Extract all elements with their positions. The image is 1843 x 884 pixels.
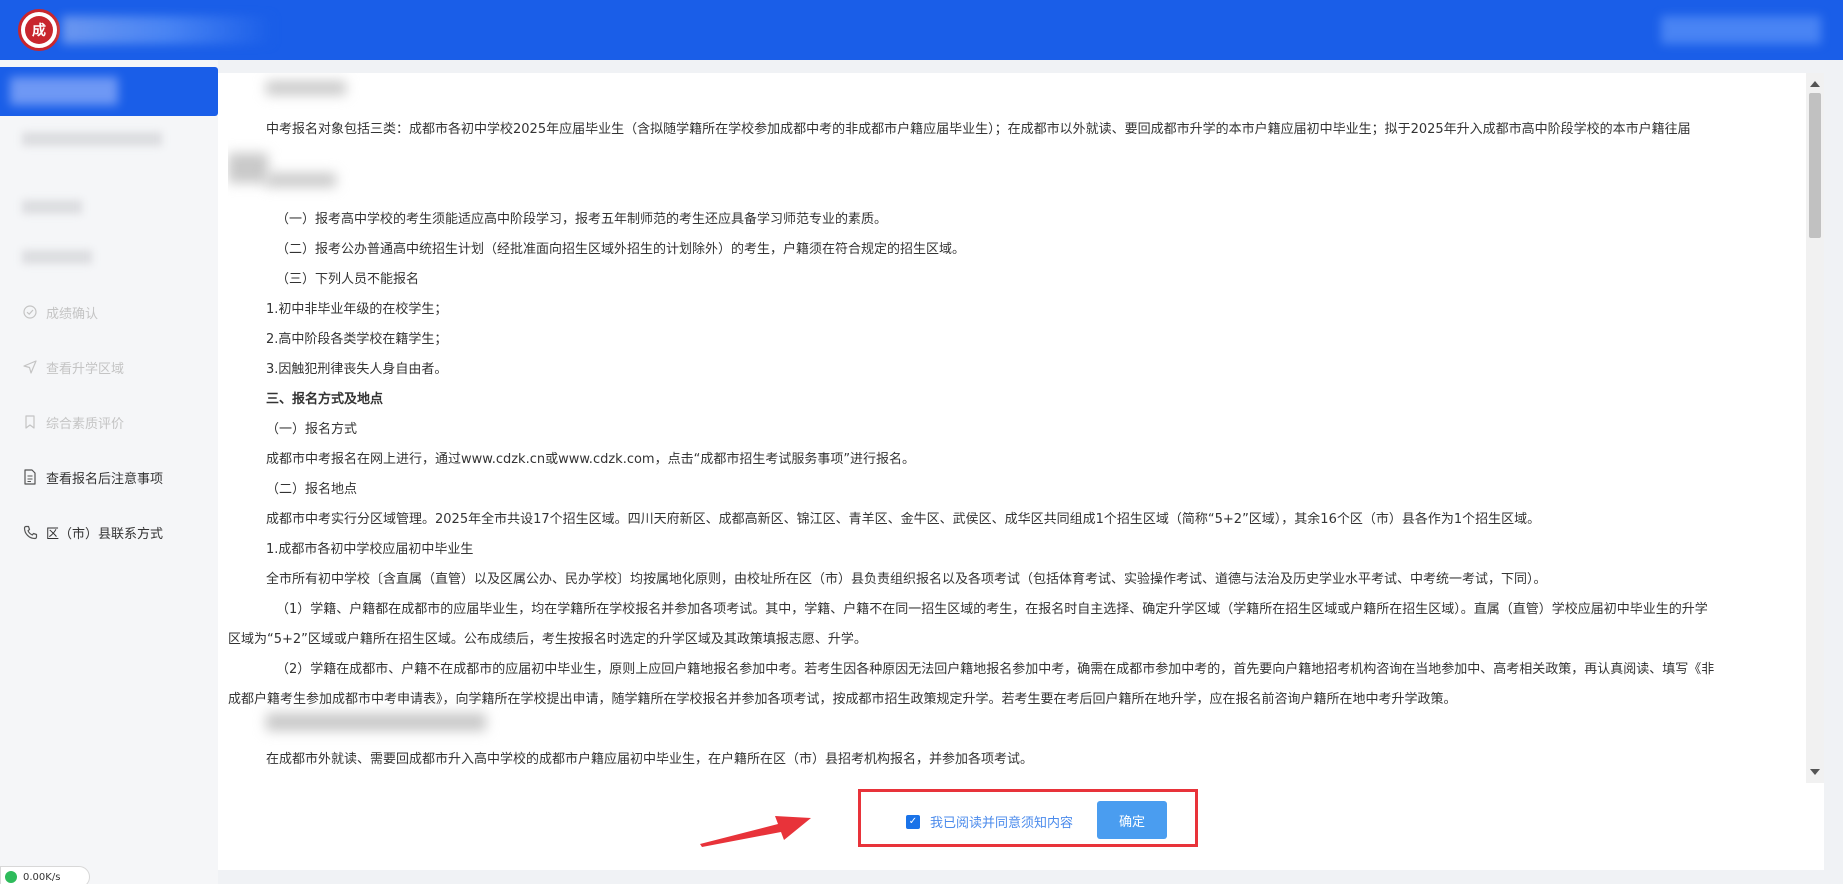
- notice-paragraph: （一）报考高中学校的考生须能适应高中阶段学习，报考五年制师范的考生还应具备学习师…: [276, 212, 888, 227]
- agree-checkbox[interactable]: ✓: [906, 814, 920, 829]
- send-icon: [22, 359, 38, 375]
- sidebar-active-label-redacted: [10, 77, 118, 105]
- notice-content[interactable]: 中考报名对象包括三类：成都市各初中学校2025年应届毕业生（含拟随学籍所在学校参…: [228, 73, 1806, 783]
- notice-paragraph: （二）报名地点: [266, 482, 358, 497]
- notice-paragraph: （三）下列人员不能报名: [276, 272, 420, 287]
- network-status-icon: [5, 871, 17, 883]
- notice-paragraph: 成都户籍考生参加成都市中考申请表》，向学籍所在学校提出申请，随学籍所在学校报名并…: [228, 692, 1457, 707]
- redacted-heading: [266, 81, 346, 95]
- check-circle-icon: [22, 304, 38, 320]
- red-arrow-annotation-icon: [700, 816, 811, 847]
- notice-paragraph: （2）学籍在成都市、户籍不在成都市的应届初中毕业生，原则上应回户籍地报名参加中考…: [276, 662, 1715, 677]
- logo-emblem: 成: [25, 16, 53, 44]
- sidebar-item-quality-eval[interactable]: 综合素质评价: [22, 411, 124, 433]
- notice-paragraph: 在成都市外就读、需要回成都市升入高中学校的成都市户籍应届初中毕业生，在户籍所在区…: [266, 752, 1034, 767]
- notice-paragraph: （1）学籍、户籍都在成都市的应届毕业生，均在学籍所在学校报名并参加各项考试。其中…: [276, 602, 1708, 617]
- sidebar-redacted-line: [22, 250, 92, 264]
- top-header: 成: [0, 0, 1843, 60]
- confirm-button[interactable]: 确定: [1097, 801, 1167, 839]
- redacted-heading: [266, 713, 486, 731]
- notice-paragraph: 区域为“5+2”区域或户籍所在招生区域。公布成绩后，考生按报名时选定的升学区域及…: [228, 632, 867, 647]
- phone-icon: [22, 524, 38, 540]
- notice-paragraph: 3.因触犯刑律丧失人身自由者。: [266, 362, 448, 377]
- scroll-down-icon[interactable]: [1810, 769, 1820, 775]
- sidebar-item-label: 区（市）县联系方式: [46, 526, 164, 542]
- header-title-redacted: [62, 16, 272, 44]
- sidebar-redacted-line: [22, 200, 82, 214]
- document-icon: [22, 469, 38, 485]
- site-logo[interactable]: 成: [18, 9, 60, 51]
- sidebar-item-label: 综合素质评价: [46, 416, 125, 432]
- sidebar-item-label: 查看升学区域: [46, 361, 125, 377]
- scroll-up-icon[interactable]: [1810, 81, 1820, 87]
- redacted-heading: [266, 173, 336, 187]
- content-scrollbar[interactable]: [1806, 73, 1824, 783]
- sidebar-item-score-confirm[interactable]: 成绩确认: [22, 301, 98, 323]
- notice-paragraph: 成都市中考报名在网上进行，通过www.cdzk.cn或www.cdzk.com，…: [266, 452, 916, 467]
- sidebar-item-active[interactable]: [0, 67, 218, 116]
- notice-paragraph: 2.高中阶段各类学校在籍学生；: [266, 332, 448, 347]
- sidebar-item-contacts[interactable]: 区（市）县联系方式: [22, 521, 163, 543]
- notice-paragraph: 成都市中考实行分区域管理。2025年全市共设17个招生区域。四川天府新区、成都高…: [266, 512, 1541, 527]
- bookmark-icon: [22, 414, 38, 430]
- sidebar-redacted-line: [22, 132, 162, 146]
- agree-checkbox-row[interactable]: ✓ 我已阅读并同意须知内容: [906, 812, 1073, 831]
- agreement-confirm-box: ✓ 我已阅读并同意须知内容 确定: [858, 789, 1198, 847]
- scroll-thumb[interactable]: [1809, 93, 1821, 238]
- notice-paragraph: 全市所有初中学校〔含直属（直管）以及区属公办、民办学校〕均按属地化原则，由校址所…: [266, 572, 1547, 587]
- sidebar-item-view-region[interactable]: 查看升学区域: [22, 356, 124, 378]
- notice-paragraph: （二）报考公办普通高中统招生计划（经批准面向招生区域外招生的计划除外）的考生，户…: [276, 242, 966, 257]
- network-speed-widget[interactable]: 0.00K/s: [0, 866, 90, 884]
- sidebar-item-notes[interactable]: 查看报名后注意事项: [22, 466, 163, 488]
- notice-paragraph: （一）报名方式: [266, 422, 358, 437]
- sidebar: 成绩确认 查看升学区域 综合素质评价 查看报名后注意事项 区（市）县联系方式: [0, 60, 218, 884]
- network-speed-text: 0.00K/s: [23, 871, 61, 883]
- sidebar-item-label: 查看报名后注意事项: [46, 471, 164, 487]
- sidebar-item-label: 成绩确认: [46, 306, 99, 322]
- notice-paragraph: 中考报名对象包括三类：成都市各初中学校2025年应届毕业生（含拟随学籍所在学校参…: [266, 122, 1691, 137]
- agree-checkbox-label[interactable]: 我已阅读并同意须知内容: [930, 812, 1073, 831]
- header-user-redacted: [1661, 16, 1821, 44]
- main-panel: 中考报名对象包括三类：成都市各初中学校2025年应届毕业生（含拟随学籍所在学校参…: [218, 73, 1824, 870]
- redacted-heading: [228, 153, 268, 183]
- notice-paragraph: 1.成都市各初中学校应届初中毕业生: [266, 542, 474, 557]
- notice-section-heading: 三、报名方式及地点: [266, 392, 384, 407]
- notice-paragraph: 1.初中非毕业年级的在校学生；: [266, 302, 448, 317]
